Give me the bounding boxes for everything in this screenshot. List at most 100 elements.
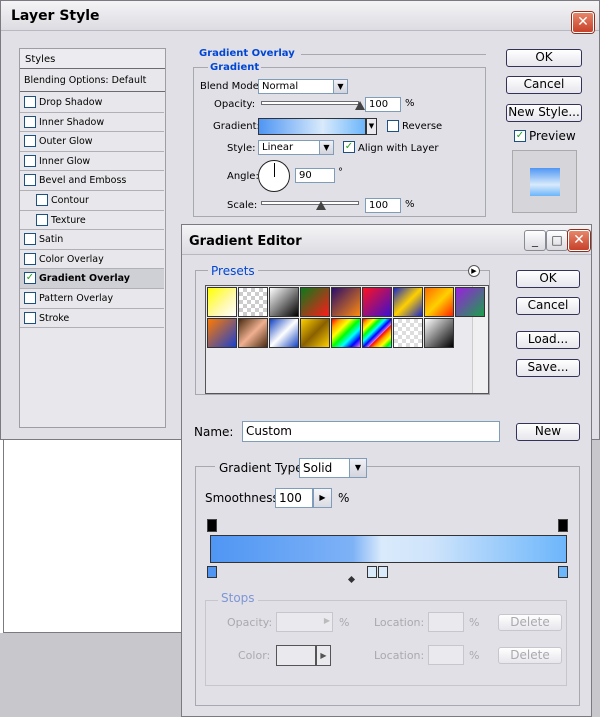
delete-color-stop-button[interactable]: Delete [498,647,562,664]
close-button[interactable]: ✕ [572,12,594,33]
preset-swatch[interactable] [331,287,361,317]
gradient-bar[interactable] [210,535,567,563]
preset-swatch[interactable] [207,287,237,317]
effect-item[interactable]: Texture [20,211,164,231]
name-input[interactable]: Custom [242,421,500,442]
preset-swatch[interactable] [393,287,423,317]
preset-swatch[interactable] [362,318,392,348]
editor-ok-button[interactable]: OK [516,270,580,288]
opacity-slider-thumb[interactable] [355,101,365,110]
effect-checkbox[interactable] [36,194,48,206]
opacity-stop-right[interactable] [558,519,568,532]
blending-options-item[interactable]: Blending Options: Default [20,70,165,92]
smoothness-input[interactable]: 100 [275,488,313,508]
effect-item[interactable]: Pattern Overlay [20,289,164,309]
preset-swatch[interactable] [362,287,392,317]
stop-color-arrow[interactable]: ▶ [316,645,331,666]
color-stop-left[interactable] [207,566,217,578]
stop-opacity-label: Opacity: [227,616,273,629]
effect-label: Inner Glow [39,155,91,167]
effect-checkbox[interactable] [24,292,36,304]
editor-cancel-button[interactable]: Cancel [516,297,580,315]
save-button[interactable]: Save... [516,359,580,377]
color-stop-mid-1[interactable] [367,566,377,578]
reverse-checkbox[interactable] [387,120,399,132]
maximize-button[interactable]: □ [546,230,568,251]
effect-checkbox[interactable] [24,174,36,187]
gradient-dropdown[interactable]: ▼ [366,118,377,135]
effect-checkbox[interactable] [24,233,36,246]
effect-checkbox[interactable] [24,135,36,148]
delete-opacity-stop-button[interactable]: Delete [498,614,562,631]
presets-menu-button[interactable]: ▶ [468,265,480,277]
effect-checkbox[interactable] [24,115,36,128]
checkmark-icon: ✓ [515,130,525,141]
preset-swatch[interactable] [269,287,299,317]
chevron-down-icon: ▼ [319,141,333,154]
preview-checkbox[interactable]: ✓ [514,130,526,142]
stop-opacity-percent: % [339,616,350,629]
effect-checkbox[interactable] [36,213,48,226]
preset-swatch[interactable] [238,287,268,317]
effect-item[interactable]: Drop Shadow [20,93,164,113]
preset-swatch[interactable] [238,318,268,348]
stop-color-swatch[interactable] [276,645,316,666]
effect-item[interactable]: Inner Glow [20,152,164,172]
effect-item[interactable]: Color Overlay [20,250,164,270]
effect-item[interactable]: Bevel and Emboss [20,171,164,191]
opacity-input[interactable]: 100 [365,97,401,112]
styles-header[interactable]: Styles [20,49,165,69]
background-gray [0,633,181,717]
stop-color-location-input[interactable] [428,645,464,665]
angle-input[interactable]: 90 [295,168,335,183]
preset-swatch[interactable] [424,318,454,348]
angle-dial[interactable] [258,160,290,192]
stop-opacity-input[interactable]: ▶ [276,612,333,632]
smoothness-stepper[interactable]: ▶ [313,488,332,508]
smoothness-percent: % [338,491,350,505]
group-title: Gradient [208,62,262,73]
effect-item[interactable]: Stroke [20,309,164,329]
close-icon: ✕ [573,232,585,248]
preset-swatch[interactable] [393,318,423,348]
color-stop-mid-2[interactable] [378,566,388,578]
opacity-stop-left[interactable] [207,519,217,532]
ok-button[interactable]: OK [506,49,582,67]
scale-slider[interactable] [261,201,359,205]
effect-item[interactable]: Contour [20,191,164,211]
effect-checkbox[interactable] [24,96,36,108]
preset-swatch[interactable] [455,287,485,317]
color-stop-right[interactable] [558,566,568,578]
new-button[interactable]: New [516,423,580,441]
preset-swatch[interactable] [331,318,361,348]
preset-swatch[interactable] [300,318,330,348]
gradient-editor-close-button[interactable]: ✕ [568,230,590,251]
preset-swatch[interactable] [207,318,237,348]
effect-item[interactable]: ✓ Gradient Overlay [20,269,164,289]
preset-swatch[interactable] [300,287,330,317]
new-style-button[interactable]: New Style... [506,104,582,122]
gradient-swatch[interactable] [258,118,366,135]
cancel-button[interactable]: Cancel [506,76,582,94]
effect-item[interactable]: Outer Glow [20,132,164,152]
gradient-type-select[interactable]: Solid ▼ [299,458,367,478]
scale-slider-thumb[interactable] [316,201,326,210]
effect-checkbox[interactable] [24,311,36,324]
stop-opacity-location-input[interactable] [428,612,464,632]
minimize-button[interactable]: _ [524,230,546,251]
align-checkbox[interactable]: ✓ [343,141,355,153]
effect-checkbox[interactable]: ✓ [24,272,36,285]
effect-checkbox[interactable] [24,252,36,265]
opacity-slider[interactable] [261,101,359,105]
blend-mode-select[interactable]: Normal ▼ [258,79,348,94]
effect-item[interactable]: Inner Shadow [20,113,164,133]
load-button[interactable]: Load... [516,331,580,349]
scale-input[interactable]: 100 [365,198,401,213]
style-select[interactable]: Linear ▼ [258,140,334,155]
arrow-right-icon: ▶ [320,651,327,660]
preset-swatch[interactable] [424,287,454,317]
effect-checkbox[interactable] [24,154,36,167]
effect-item[interactable]: Satin [20,230,164,250]
preset-swatch[interactable] [269,318,299,348]
preview-thumbnail [530,168,560,196]
